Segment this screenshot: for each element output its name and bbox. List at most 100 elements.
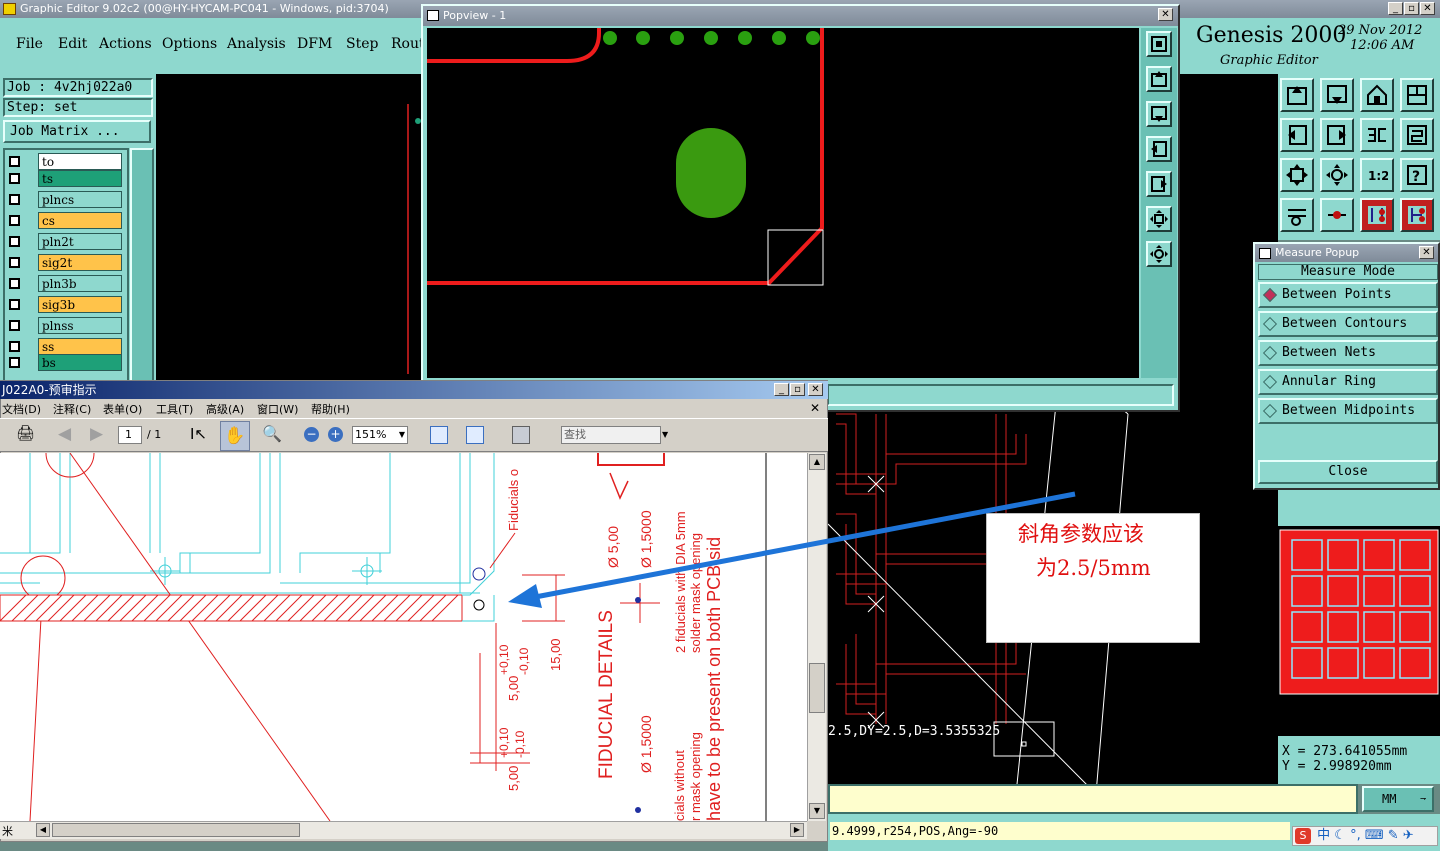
mode-between-nets[interactable]: Between Nets [1258,340,1438,366]
menu-dfm[interactable]: DFM [297,36,332,52]
tool-button-10[interactable] [1320,158,1354,192]
search-dropdown-icon[interactable]: ▼ [662,430,668,439]
tool-button-16[interactable] [1400,198,1434,232]
menu-options[interactable]: Options [162,36,217,52]
menu-rout[interactable]: Rout [391,36,425,52]
fit-page-icon[interactable] [466,426,484,444]
scroll-left-icon[interactable]: ◀ [36,823,50,837]
layer-checkbox[interactable] [9,278,20,289]
zoom-tool-icon[interactable]: 🔍 [262,424,282,443]
tool-button-5[interactable] [1280,118,1314,152]
pdf-doc-close[interactable]: ✕ [810,401,820,415]
layer-row-bs[interactable]: bs [6,354,124,371]
read-mode-icon[interactable] [512,426,530,444]
zoom-out-icon[interactable]: − [304,427,319,442]
pdf-menu-tools[interactable]: 工具(T) [156,401,193,417]
zoom-in-icon[interactable]: + [328,427,343,442]
pdf-menu-window[interactable]: 窗口(W) [257,401,298,417]
fit-width-icon[interactable] [430,426,448,444]
popview-tool-5[interactable] [1146,171,1172,197]
layer-checkbox[interactable] [9,156,20,167]
hscroll-thumb[interactable] [52,823,300,837]
job-matrix-button[interactable]: Job Matrix ... [3,120,151,143]
pdf-close-button[interactable]: ✕ [808,383,823,396]
scroll-thumb[interactable] [809,663,825,713]
tool-button-8[interactable] [1400,118,1434,152]
prev-page-icon[interactable]: ◀ [58,424,71,444]
layer-checkbox[interactable] [9,357,20,368]
layer-checkbox[interactable] [9,320,20,331]
pdf-menu-document[interactable]: 文档(D) [2,401,41,417]
popview-tool-2[interactable] [1146,66,1172,92]
tool-button-7[interactable] [1360,118,1394,152]
layer-scrollbar[interactable] [130,148,154,384]
tool-button-1[interactable] [1280,78,1314,112]
zoom-level-select[interactable]: 151% ▼ [352,426,408,444]
hand-tool-icon[interactable]: ✋ [220,421,250,451]
layer-row-cs[interactable]: cs [6,212,124,229]
popview-close-button[interactable]: ✕ [1158,8,1173,21]
pdf-minimize-button[interactable]: _ [774,383,789,396]
layer-checkbox[interactable] [9,215,20,226]
minimize-button[interactable]: _ [1388,2,1403,15]
layer-checkbox[interactable] [9,299,20,310]
popview-tool-1[interactable] [1146,31,1172,57]
tool-button-11[interactable]: 1:2 [1360,158,1394,192]
popview-tool-7[interactable] [1146,241,1172,267]
tool-button-14[interactable] [1320,198,1354,232]
tool-button-2[interactable] [1320,78,1354,112]
pdf-hscrollbar[interactable]: 米 ◀ ▶ [0,821,807,839]
next-page-icon[interactable]: ▶ [90,424,103,444]
popview-tool-6[interactable] [1146,206,1172,232]
menu-file[interactable]: File [16,36,43,52]
tool-button-4[interactable] [1400,78,1434,112]
popview-tool-3[interactable] [1146,101,1172,127]
layer-row-sig3b[interactable]: sig3b [6,296,124,313]
menu-step[interactable]: Step [346,36,378,52]
tool-button-15[interactable] [1360,198,1394,232]
menu-edit[interactable]: Edit [58,36,87,52]
layer-row-plncs[interactable]: plncs [6,191,124,208]
tool-button-12[interactable]: ? [1400,158,1434,192]
maximize-button[interactable]: ▫ [1404,2,1419,15]
pdf-menu-help[interactable]: 帮助(H) [311,401,350,417]
measure-close-button[interactable]: Close [1258,460,1438,484]
layer-checkbox[interactable] [9,173,20,184]
layer-checkbox[interactable] [9,257,20,268]
scroll-right-icon[interactable]: ▶ [790,823,804,837]
menu-analysis[interactable]: Analysis [227,36,286,52]
measure-close-x[interactable]: ✕ [1419,246,1434,259]
select-text-icon[interactable]: I↖ [190,425,207,443]
pdf-maximize-button[interactable]: ▫ [790,383,805,396]
layer-row-to[interactable]: to [6,153,124,170]
close-button[interactable]: ✕ [1420,2,1435,15]
mode-between-midpoints[interactable]: Between Midpoints [1258,398,1438,424]
layer-row-plnss[interactable]: plnss [6,317,124,334]
layer-checkbox[interactable] [9,341,20,352]
pdf-menu-advanced[interactable]: 高级(A) [206,401,244,417]
tool-button-6[interactable] [1320,118,1354,152]
menu-actions[interactable]: Actions [99,36,152,52]
mode-annular-ring[interactable]: Annular Ring [1258,369,1438,395]
unit-selector[interactable]: MM ⇁ [1362,786,1434,812]
tool-button-3[interactable] [1360,78,1394,112]
scroll-down-icon[interactable]: ▼ [809,803,825,819]
layer-row-ss[interactable]: ss [6,338,124,355]
layer-checkbox[interactable] [9,194,20,205]
tool-button-9[interactable] [1280,158,1314,192]
page-number-input[interactable]: 1 [118,426,142,444]
scroll-up-icon[interactable]: ▲ [809,454,825,470]
tool-button-13[interactable] [1280,198,1314,232]
layer-row-sig2t[interactable]: sig2t [6,254,124,271]
search-input[interactable]: 查找 [561,426,661,444]
layer-row-pln3b[interactable]: pln3b [6,275,124,292]
pdf-menu-comment[interactable]: 注释(C) [53,401,91,417]
layer-row-pln2t[interactable]: pln2t [6,233,124,250]
command-line[interactable] [828,784,1358,814]
pdf-menu-form[interactable]: 表单(O) [103,401,142,417]
mode-between-points[interactable]: Between Points [1258,282,1438,308]
ime-toolbar[interactable]: S 中 ☾ °, ⌨ ✎ ✈ [1292,826,1438,846]
layer-checkbox[interactable] [9,236,20,247]
popview-tool-4[interactable] [1146,136,1172,162]
layer-row-ts[interactable]: ts [6,170,124,187]
